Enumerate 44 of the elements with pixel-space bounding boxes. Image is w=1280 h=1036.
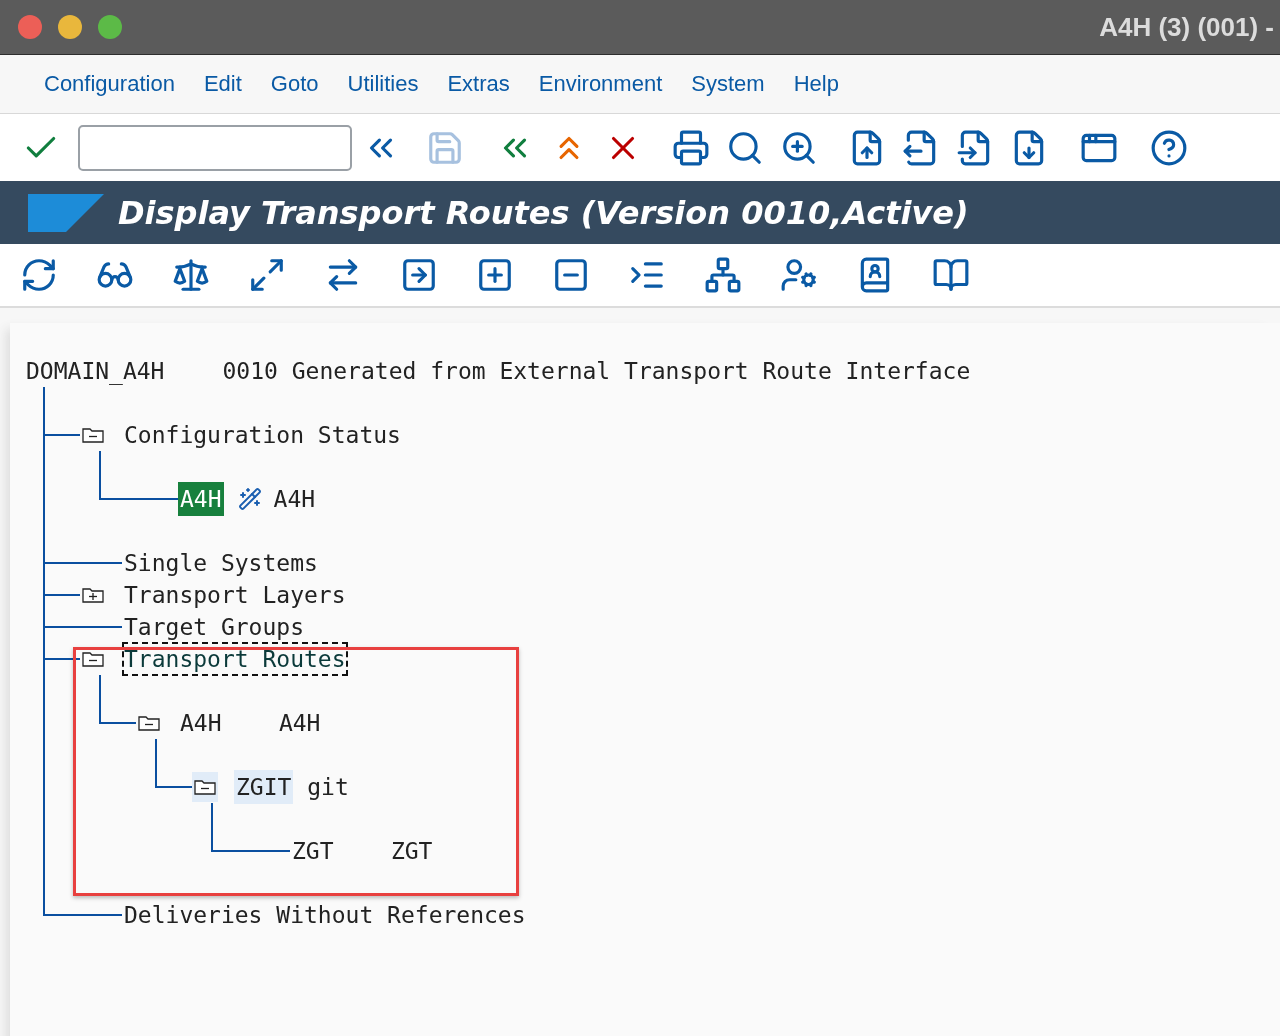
tree-node-label[interactable]: Transport Layers bbox=[122, 578, 348, 612]
box-minus-icon[interactable] bbox=[552, 256, 590, 294]
magic-wand-icon bbox=[237, 487, 262, 511]
print-icon[interactable] bbox=[672, 128, 710, 167]
menu-item[interactable]: Help bbox=[793, 71, 839, 97]
menu-item[interactable]: Utilities bbox=[347, 71, 419, 97]
refresh-icon[interactable] bbox=[20, 256, 58, 294]
scale-icon[interactable] bbox=[172, 256, 210, 294]
tree-node-description: ZGT bbox=[390, 838, 433, 864]
tree-node-description: A4H bbox=[273, 486, 316, 512]
tree-node-label[interactable]: A4H bbox=[178, 706, 279, 740]
help-book-icon[interactable] bbox=[932, 256, 970, 294]
menu-item[interactable]: Environment bbox=[538, 71, 663, 97]
collapse-folder-icon[interactable] bbox=[192, 772, 218, 802]
window-title: A4H (3) (001) - bbox=[1099, 11, 1275, 43]
menu-item[interactable]: Goto bbox=[270, 71, 319, 97]
expand-icon[interactable] bbox=[248, 256, 286, 294]
tree-node-label[interactable]: Target Groups bbox=[122, 610, 306, 644]
menu-item[interactable]: Extras bbox=[447, 71, 510, 97]
help-icon[interactable] bbox=[1150, 128, 1188, 167]
tree-node-label[interactable]: ZGT bbox=[290, 834, 391, 868]
tree-node-label[interactable]: ZGIT bbox=[234, 770, 294, 804]
menu-item[interactable]: Configuration bbox=[44, 71, 175, 97]
maximize-window-icon[interactable] bbox=[98, 15, 122, 39]
tree-node-description: git bbox=[307, 774, 349, 800]
logo-icon bbox=[28, 193, 104, 232]
tree-root-label[interactable]: DOMAIN_A4H bbox=[24, 354, 167, 388]
tree-line bbox=[43, 579, 80, 611]
tree-node-description: A4H bbox=[278, 710, 321, 736]
tree-node-label[interactable]: Deliveries Without References bbox=[122, 898, 528, 932]
box-plus-icon[interactable] bbox=[476, 256, 514, 294]
user-settings-icon[interactable] bbox=[780, 256, 818, 294]
tree-root-description: 0010 Generated from External Transport Route Interface bbox=[222, 358, 971, 384]
hierarchy-icon[interactable] bbox=[704, 256, 742, 294]
tree-node-label[interactable]: Single Systems bbox=[122, 546, 320, 580]
menu-item[interactable]: System bbox=[691, 71, 765, 97]
system-label[interactable]: A4H bbox=[178, 482, 224, 516]
page-title: Display Transport Routes (Version 0010,Active) bbox=[118, 193, 969, 232]
tree-node-label[interactable]: Transport Routes bbox=[122, 642, 348, 676]
tree-node-label[interactable]: Configuration Status bbox=[122, 418, 403, 452]
command-field[interactable] bbox=[78, 124, 352, 171]
menu-item[interactable]: Edit bbox=[203, 71, 242, 97]
box-arrow-icon[interactable] bbox=[400, 256, 438, 294]
minimize-window-icon[interactable] bbox=[58, 15, 82, 39]
